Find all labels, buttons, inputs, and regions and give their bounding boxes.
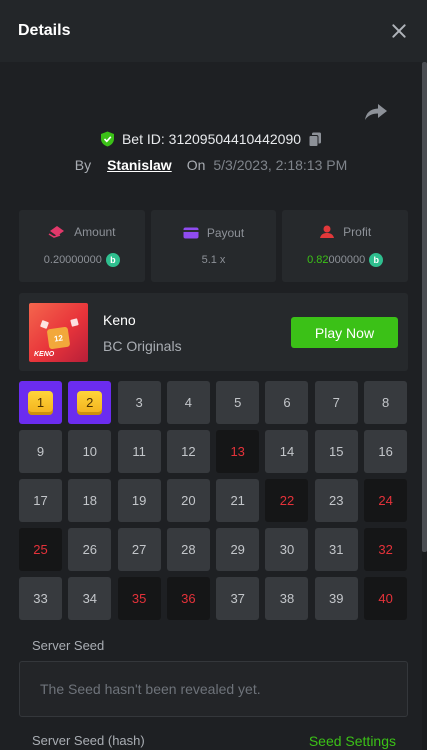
gem-icon: 1 (28, 390, 53, 415)
keno-cell-miss: 13 (216, 430, 260, 473)
keno-cell: 15 (314, 430, 358, 473)
amount-label: Amount (74, 225, 116, 239)
bet-byline: By Stanislaw On 5/3/2023, 2:18:13 PM (0, 157, 422, 173)
keno-cell: 10 (68, 430, 112, 473)
payout-card-icon (183, 227, 199, 239)
keno-cell: 27 (117, 528, 161, 571)
keno-cell: 7 (314, 381, 358, 424)
server-seed-label: Server Seed (32, 638, 105, 653)
details-header: Details (0, 0, 427, 62)
play-now-button[interactable]: Play Now (291, 317, 398, 348)
keno-number-grid: 1 2 3 4 5 6 7 8 9 10 11 12 13 14 15 16 17 18 19 20 21 22 23 24 2… (19, 381, 408, 620)
verified-shield-icon (100, 131, 114, 147)
keno-cell: 29 (216, 528, 260, 571)
gem-icon: 2 (77, 390, 103, 415)
keno-cell: 12 (166, 430, 210, 473)
by-label: By (74, 157, 92, 173)
keno-cell-hit: 1 (19, 381, 62, 424)
keno-cell: 6 (265, 381, 309, 424)
keno-cell-miss: 35 (117, 577, 161, 620)
payout-value: 5.1 x (201, 254, 226, 266)
keno-cell-miss: 40 (364, 577, 408, 620)
keno-cell: 9 (19, 430, 62, 473)
profit-icon (320, 225, 335, 238)
profit-label: Profit (343, 225, 372, 239)
keno-cell-miss: 22 (265, 479, 309, 522)
keno-cell: 17 (19, 479, 62, 522)
page-title: Details (18, 22, 71, 39)
bcd-coin-icon: b (105, 253, 120, 267)
keno-cell: 4 (166, 381, 210, 424)
keno-cell: 26 (68, 528, 112, 571)
stat-profit: Profit 0.82000000 b (282, 210, 409, 282)
game-name: Keno (103, 312, 136, 328)
amount-icon (48, 226, 65, 238)
keno-cell-miss: 36 (166, 577, 210, 620)
keno-cell-miss: 25 (19, 528, 62, 571)
keno-cell: 3 (117, 381, 161, 424)
keno-cell: 34 (68, 577, 112, 620)
keno-cell: 14 (265, 430, 309, 473)
keno-cell: 30 (265, 528, 309, 571)
thumbnail-tile: 12 (46, 326, 71, 350)
bet-stats: Amount 0.20000000 b Payout 5.1 x Profit … (19, 210, 409, 282)
keno-cell: 37 (216, 577, 260, 620)
game-provider: BC Originals (103, 338, 182, 354)
server-seed-hash-label: Server Seed (hash) (32, 733, 145, 748)
thumbnail-name: KENO (34, 351, 55, 358)
keno-cell: 23 (314, 479, 358, 522)
server-seed-field: The Seed hasn't been revealed yet. (19, 661, 408, 717)
keno-cell: 16 (364, 430, 408, 473)
keno-cell-hit: 2 (68, 381, 112, 424)
profit-value-rest: 000000 (328, 254, 366, 266)
keno-cell: 8 (364, 381, 408, 424)
keno-cell-miss: 24 (364, 479, 408, 522)
keno-cell: 11 (117, 430, 161, 473)
scrollbar[interactable] (422, 62, 427, 750)
game-card: 12 KENO Keno BC Originals Play Now (19, 293, 408, 371)
keno-cell: 31 (314, 528, 358, 571)
username-link[interactable]: Stanislaw (107, 157, 172, 173)
stat-payout: Payout 5.1 x (150, 210, 277, 282)
amount-value-dim: 0.2 (43, 254, 60, 266)
bet-date: 5/3/2023, 2:18:13 PM (213, 157, 348, 173)
keno-thumbnail[interactable]: 12 KENO (29, 303, 88, 362)
keno-cell: 21 (216, 479, 260, 522)
seed-settings-link[interactable]: Seed Settings (309, 733, 396, 749)
profit-value-hi: 0.82 (307, 254, 329, 266)
copy-icon[interactable] (308, 132, 322, 147)
keno-cell: 33 (19, 577, 62, 620)
bcd-coin-icon: b (369, 253, 384, 267)
keno-cell: 39 (314, 577, 358, 620)
keno-cell: 18 (68, 479, 112, 522)
amount-value-rest: 0000000 (59, 254, 102, 266)
payout-label: Payout (206, 226, 245, 240)
on-label: On (186, 157, 206, 173)
bet-id: Bet ID: 31209504410442090 (121, 131, 302, 147)
keno-cell: 20 (166, 479, 210, 522)
keno-cell: 5 (216, 381, 260, 424)
keno-cell: 38 (265, 577, 309, 620)
stat-amount: Amount 0.20000000 b (19, 210, 145, 282)
share-icon[interactable] (364, 102, 388, 122)
bet-id-row: Bet ID: 31209504410442090 (0, 131, 422, 147)
keno-cell: 28 (166, 528, 210, 571)
close-icon[interactable] (389, 21, 409, 41)
scrollbar-thumb[interactable] (422, 62, 427, 552)
keno-cell: 19 (117, 479, 161, 522)
keno-cell-miss: 32 (364, 528, 408, 571)
